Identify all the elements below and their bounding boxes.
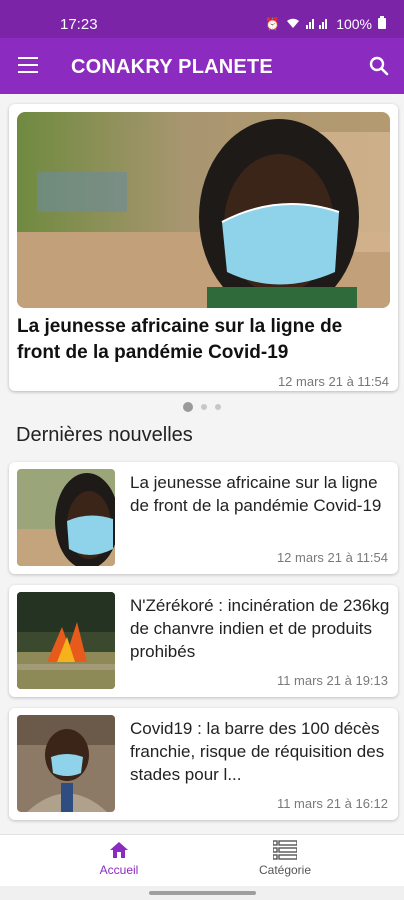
section-title: Dernières nouvelles <box>16 424 193 446</box>
bottom-navigation: Accueil Catégorie <box>0 834 404 886</box>
status-bar: 17:23 ⏰ 100% <box>0 0 404 38</box>
news-thumbnail <box>17 715 115 812</box>
home-icon <box>59 839 179 861</box>
news-title: Covid19 : la barre des 100 décès franchi… <box>130 719 385 784</box>
signal-icon <box>306 17 330 32</box>
news-date: 11 mars 21 à 16:12 <box>276 796 388 811</box>
news-title: N'Zérékoré : incinération de 236kg de ch… <box>130 596 390 661</box>
carousel-indicator <box>0 402 404 412</box>
battery-icon <box>378 16 386 32</box>
news-list-item[interactable]: Covid19 : la barre des 100 décès franchi… <box>9 708 398 820</box>
wifi-icon <box>286 17 300 32</box>
featured-article-image <box>17 112 390 308</box>
list-icon <box>225 839 345 861</box>
news-title: La jeunesse africaine sur la ligne de fr… <box>130 473 382 515</box>
battery-percent: 100% <box>336 16 372 32</box>
search-icon[interactable] <box>368 55 390 77</box>
gesture-navigation-bar <box>0 886 404 900</box>
carousel-dot-2[interactable] <box>201 404 207 410</box>
nav-home-label: Accueil <box>99 863 139 877</box>
news-list-item[interactable]: N'Zérékoré : incinération de 236kg de ch… <box>9 585 398 697</box>
carousel-dot-3[interactable] <box>215 404 221 410</box>
hamburger-menu-icon[interactable] <box>18 57 38 73</box>
nav-home-tab[interactable]: Accueil <box>59 839 179 877</box>
status-time: 17:23 <box>60 16 98 33</box>
news-list-item[interactable]: La jeunesse africaine sur la ligne de fr… <box>9 462 398 574</box>
news-date: 12 mars 21 à 11:54 <box>276 550 388 565</box>
alarm-icon: ⏰ <box>265 17 281 31</box>
nav-category-label: Catégorie <box>258 863 312 877</box>
app-bar: CONAKRY PLANETE <box>0 38 404 94</box>
gesture-handle[interactable] <box>149 891 256 895</box>
featured-article-date: 12 mars 21 à 11:54 <box>277 374 389 389</box>
featured-article-card[interactable]: La jeunesse africaine sur la ligne de fr… <box>9 104 398 391</box>
news-date: 11 mars 21 à 19:13 <box>276 673 388 688</box>
news-thumbnail <box>17 592 115 689</box>
news-thumbnail <box>17 469 115 566</box>
status-icons: ⏰ 100% <box>265 16 386 32</box>
carousel-dot-1[interactable] <box>183 402 193 412</box>
nav-category-tab[interactable]: Catégorie <box>225 839 345 877</box>
featured-article-title: La jeunesse africaine sur la ligne de fr… <box>17 316 343 363</box>
app-title: CONAKRY PLANETE <box>71 56 273 78</box>
